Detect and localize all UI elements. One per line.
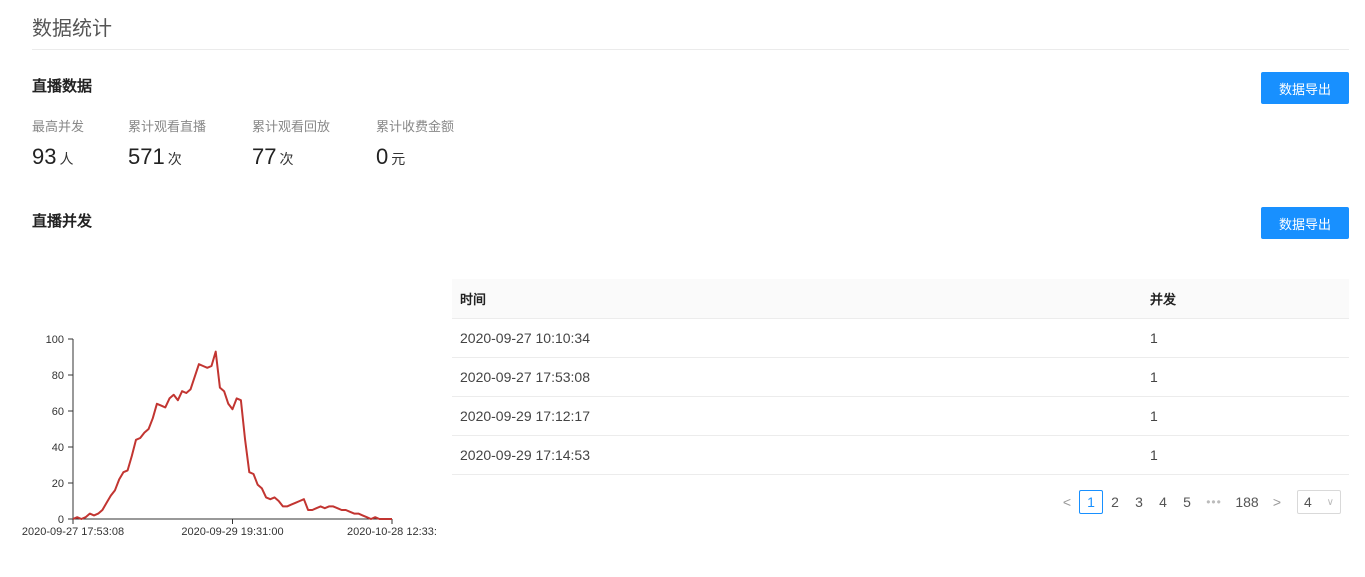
y-tick-label: 40 <box>52 442 64 454</box>
y-tick-label: 60 <box>52 406 64 418</box>
cell-concurrency: 1 <box>1142 435 1349 475</box>
page-1-button[interactable]: 1 <box>1079 490 1103 514</box>
x-tick-label: 2020-10-28 12:33: <box>347 526 437 538</box>
page-3-button[interactable]: 3 <box>1127 490 1151 514</box>
stat-total-revenue: 累计收费金额 0元 <box>376 116 500 170</box>
cell-time: 2020-09-29 17:12:17 <box>452 396 1142 436</box>
table-row: 2020-09-29 17:12:17 1 <box>452 396 1349 436</box>
concurrency-chart: 0 20 40 60 80 100 2020-09-27 17:53:08 2020-09-… <box>0 320 440 550</box>
y-tick-label: 0 <box>58 514 64 526</box>
column-header-time[interactable]: 时间 <box>452 279 1142 319</box>
jump-next-ellipsis[interactable]: ••• <box>1199 495 1229 509</box>
table-row: 2020-09-27 17:53:08 1 <box>452 357 1349 397</box>
cell-time: 2020-09-27 17:53:08 <box>452 357 1142 397</box>
page-title: 数据统计 <box>32 16 112 40</box>
concurrency-series-line <box>72 350 392 520</box>
stat-value-wrap: 571 次 <box>128 144 252 170</box>
page-5-button[interactable]: 5 <box>1175 490 1199 514</box>
chart-svg: 020406080100 2020-09-27 17:53:08 2020-09-… <box>22 334 437 538</box>
stat-label: 最高并发 <box>32 120 85 135</box>
concurrency-export-button[interactable]: 数据导出 <box>1261 207 1349 239</box>
page-size-value: 4 <box>1304 494 1312 510</box>
stat-label: 累计观看直播 <box>128 120 207 135</box>
title-divider <box>32 49 1349 50</box>
stat-value: 571 <box>128 144 165 169</box>
page-2-button[interactable]: 2 <box>1103 490 1127 514</box>
stat-value-wrap: 93 人 <box>32 144 128 170</box>
stat-value-wrap: 77 次 <box>252 144 376 170</box>
table-row: 2020-09-27 10:10:34 1 <box>452 318 1349 358</box>
y-axis: 0 20 40 60 80 100 <box>46 334 74 526</box>
concurrency-table: 时间 并发 2020-09-27 10:10:34 1 2020-09-27 1… <box>452 279 1349 475</box>
concurrency-title: 直播并发 <box>32 212 93 230</box>
x-axis: 2020-09-27 17:53:08 2020-09-29 19:31:00 20… <box>22 518 437 538</box>
page-size-select[interactable]: 4 ∨ <box>1297 490 1341 514</box>
chevron-down-icon: ∨ <box>1326 496 1334 508</box>
live-data-title: 直播数据 <box>32 77 93 95</box>
prev-page-button[interactable]: < <box>1055 494 1079 510</box>
stat-replay-views: 累计观看回放 77 次 <box>252 116 376 170</box>
cell-concurrency: 1 <box>1142 357 1349 397</box>
stat-value: 0 <box>376 144 389 169</box>
stats-row: 最高并发 93 人 累计观看直播 571 次 累计观看回放 77 次 累计收费金额 0… <box>32 116 500 170</box>
stat-peak-concurrency: 最高并发 93 人 <box>32 116 128 170</box>
column-header-concurrency[interactable]: 并发 <box>1142 279 1349 319</box>
table-row: 2020-09-29 17:14:53 1 <box>452 435 1349 475</box>
table-header-row: 时间 并发 <box>452 279 1349 319</box>
stat-value: 77 <box>252 144 277 169</box>
cell-time: 2020-09-27 10:10:34 <box>452 318 1142 358</box>
y-tick-label: 80 <box>52 370 64 382</box>
stat-unit: 次 <box>279 152 294 168</box>
x-tick-label: 2020-09-27 17:53:08 <box>22 526 124 538</box>
cell-time: 2020-09-29 17:14:53 <box>452 435 1142 475</box>
stat-unit: 人 <box>59 152 74 168</box>
cell-concurrency: 1 <box>1142 318 1349 358</box>
series-layer <box>72 350 392 520</box>
stat-label: 累计观看回放 <box>252 120 331 135</box>
page-last-button[interactable]: 188 <box>1229 490 1265 514</box>
next-page-button[interactable]: > <box>1265 494 1289 510</box>
live-data-export-button[interactable]: 数据导出 <box>1261 72 1349 104</box>
page-4-button[interactable]: 4 <box>1151 490 1175 514</box>
cell-concurrency: 1 <box>1142 396 1349 436</box>
stat-value: 93 <box>32 144 57 169</box>
stat-unit: 元 <box>391 152 406 168</box>
stat-value-wrap: 0元 <box>376 144 500 170</box>
stat-live-views: 累计观看直播 571 次 <box>128 116 252 170</box>
y-tick-label: 100 <box>46 334 64 346</box>
stat-label: 累计收费金额 <box>376 120 455 135</box>
x-tick-label: 2020-09-29 19:31:00 <box>181 526 283 538</box>
pagination: < 1 2 3 4 5 ••• 188 > 4 ∨ <box>1055 490 1341 514</box>
stat-unit: 次 <box>167 152 182 168</box>
y-tick-label: 20 <box>52 478 64 490</box>
